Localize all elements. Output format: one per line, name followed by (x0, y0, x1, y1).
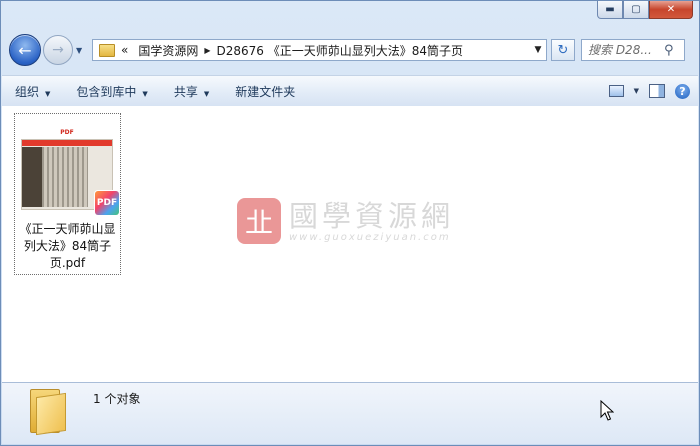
new-folder-button[interactable]: 新建文件夹 (222, 83, 308, 100)
search-input[interactable] (588, 43, 660, 57)
watermark-url: www.guoxueziyuan.com (289, 231, 451, 243)
organize-label: 组织 (15, 84, 40, 99)
refresh-icon: ↻ (557, 42, 569, 58)
back-button[interactable]: ← (9, 34, 41, 66)
file-name: 《正一天师茆山显列大法》84筒子页.pdf (19, 222, 116, 270)
caption-buttons: ▬ ▢ ✕ (597, 1, 693, 19)
watermark-logo-icon: 㐀 (237, 198, 281, 244)
search-icon[interactable]: ⚲ (664, 43, 674, 58)
change-view-icon[interactable] (608, 85, 624, 97)
thumbnail-header-bar (22, 140, 112, 146)
address-overflow-chevron[interactable]: « (121, 43, 128, 57)
breadcrumb-guoxue[interactable]: 国学资源网 (138, 42, 198, 59)
organize-menu[interactable]: 组织 ▼ (2, 83, 63, 100)
close-button[interactable]: ✕ (649, 1, 693, 19)
thumbnail-pdf-label: PDF (60, 129, 74, 136)
help-icon[interactable]: ? (675, 83, 690, 99)
navigation-bar: ← → ▼ « 国学资源网 ▶ D28676 《正一天师茆山显列大法》84筒子页… (9, 33, 691, 67)
watermark-title: 國學資源網 (289, 198, 455, 233)
pdf-file-icon: PDF (95, 191, 119, 215)
file-list[interactable]: PDF PDF 《正一天师茆山显列大法》84筒子页.pdf 㐀 國學資源網 ww… (2, 106, 698, 382)
breadcrumb-current-folder[interactable]: D28676 《正一天师茆山显列大法》84筒子页 (217, 42, 464, 59)
minimize-button[interactable]: ▬ (597, 1, 623, 19)
breadcrumb-separator-icon[interactable]: ▶ (204, 46, 210, 55)
folder-icon (99, 43, 115, 57)
share-menu[interactable]: 共享 ▼ (161, 83, 222, 100)
new-folder-label: 新建文件夹 (235, 84, 296, 99)
forward-button[interactable]: → (43, 35, 73, 65)
address-bar[interactable]: « 国学资源网 ▶ D28676 《正一天师茆山显列大法》84筒子页 ▼ (92, 39, 547, 61)
explorer-window: ▬ ▢ ✕ ← → ▼ « 国学资源网 ▶ D28676 《正一天师茆山显列大法… (0, 0, 700, 446)
include-in-library-label: 包含到库中 (76, 84, 137, 99)
command-bar: 组织 ▼ 包含到库中 ▼ 共享 ▼ 新建文件夹 ▼ ? (2, 75, 698, 107)
view-options-chevron-icon[interactable]: ▼ (634, 87, 639, 95)
preview-pane-icon[interactable] (649, 84, 665, 98)
search-box[interactable]: ⚲ (581, 39, 685, 61)
back-arrow-icon: ← (18, 40, 32, 60)
folder-icon (30, 389, 66, 436)
forward-arrow-icon: → (52, 42, 64, 58)
item-count: 1 个对象 (93, 392, 141, 406)
refresh-button[interactable]: ↻ (551, 39, 575, 61)
watermark-text: 國學資源網 www.guoxueziyuan.com (289, 200, 454, 243)
recent-pages-dropdown[interactable]: ▼ (76, 46, 88, 55)
mouse-cursor-icon (600, 400, 614, 421)
maximize-button[interactable]: ▢ (623, 1, 649, 19)
details-pane: 1 个对象 (2, 382, 698, 444)
address-dropdown-icon[interactable]: ▼ (530, 45, 546, 55)
include-in-library-menu[interactable]: 包含到库中 ▼ (63, 83, 160, 100)
thumbnail-page-text (42, 147, 88, 207)
share-label: 共享 (173, 84, 198, 99)
watermark: 㐀 國學資源網 www.guoxueziyuan.com (237, 198, 454, 244)
file-item-pdf[interactable]: PDF PDF 《正一天师茆山显列大法》84筒子页.pdf (14, 113, 121, 275)
thumbnail-page-left (22, 147, 42, 207)
chevron-down-icon: ▼ (203, 89, 210, 98)
chevron-down-icon: ▼ (142, 89, 148, 98)
chevron-down-icon: ▼ (45, 89, 51, 98)
